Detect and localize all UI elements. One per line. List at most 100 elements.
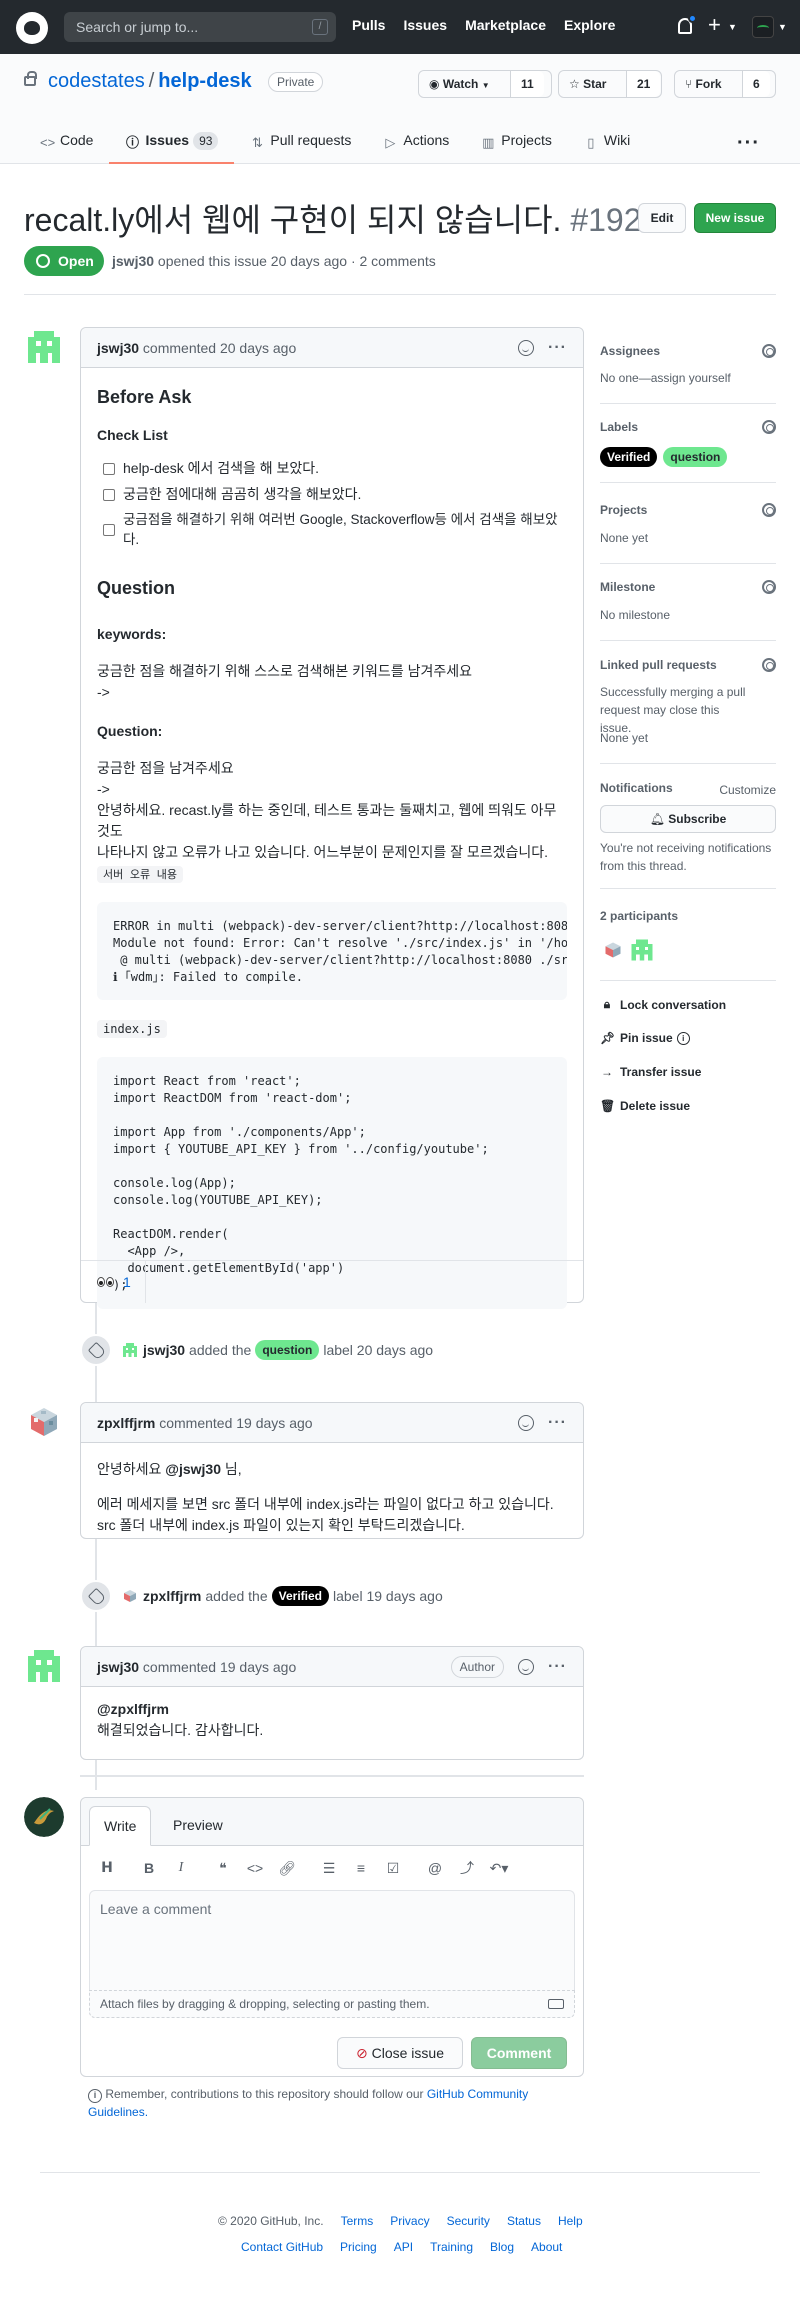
jswj30-mini-avatar[interactable] xyxy=(122,1342,138,1358)
nav-issues[interactable]: Issues xyxy=(403,17,447,33)
add-reaction-smiley-icon[interactable] xyxy=(518,1659,535,1675)
italic-icon[interactable]: I xyxy=(165,1856,197,1880)
task-checkbox[interactable] xyxy=(103,524,115,537)
tab-write[interactable]: Write xyxy=(89,1806,152,1846)
task-checkbox[interactable] xyxy=(103,462,115,475)
create-new-plus-icon[interactable]: + xyxy=(708,12,721,38)
jswj30-avatar[interactable] xyxy=(24,1646,64,1686)
comment-options-kebab-icon[interactable]: ··· xyxy=(548,1415,567,1431)
labels-section[interactable]: Labels xyxy=(600,420,776,440)
event-actor-link[interactable]: zpxlffjrm xyxy=(143,1588,201,1604)
verified-label-badge[interactable]: Verified xyxy=(600,447,658,467)
assignees-gear-icon[interactable] xyxy=(762,344,776,358)
event-actor-link[interactable]: jswj30 xyxy=(143,1342,185,1358)
footer-link-training[interactable]: Training xyxy=(430,2240,473,2254)
footer-link-terms[interactable]: Terms xyxy=(341,2214,374,2228)
jswj30-avatar[interactable] xyxy=(24,327,64,367)
user-menu-chevron-down-icon[interactable]: ▼ xyxy=(778,22,787,32)
linked-prs-section[interactable]: Linked pull requests xyxy=(600,658,776,678)
add-reaction-smiley-icon[interactable] xyxy=(518,340,535,356)
comment-author-link[interactable]: jswj30 xyxy=(97,340,139,356)
comment-author-link[interactable]: jswj30 xyxy=(97,1659,139,1675)
footer-link-contact[interactable]: Contact GitHub xyxy=(241,2240,323,2254)
edit-button[interactable]: Edit xyxy=(638,203,686,233)
repo-owner-link[interactable]: codestates xyxy=(48,70,145,92)
delete-issue-link[interactable]: 🗑︎ Delete issue xyxy=(600,1099,690,1113)
community-guidelines-link[interactable]: GitHub Community xyxy=(427,2087,528,2101)
footer-link-blog[interactable]: Blog xyxy=(490,2240,514,2254)
tab-wiki[interactable]: ▯ Wiki xyxy=(568,126,646,164)
mention-link[interactable]: @zpxlffjrm xyxy=(97,1701,169,1717)
assign-yourself-link[interactable]: No one—assign yourself xyxy=(600,371,731,385)
tab-preview[interactable]: Preview xyxy=(159,1806,237,1846)
tab-pull-requests[interactable]: ⇅ Pull requests xyxy=(234,126,367,164)
footer-link-status[interactable]: Status xyxy=(507,2214,541,2228)
footer-link-privacy[interactable]: Privacy xyxy=(390,2214,429,2228)
zpxlffjrm-mini-avatar[interactable] xyxy=(122,1588,138,1604)
task-checkbox[interactable] xyxy=(103,488,115,501)
bold-icon[interactable]: B xyxy=(133,1856,165,1880)
ordered-list-icon[interactable]: ≡ xyxy=(345,1856,377,1880)
tab-projects[interactable]: ▥ Projects xyxy=(465,126,568,164)
question-label-badge[interactable]: question xyxy=(663,447,728,467)
participant-zpxlffjrm-avatar[interactable] xyxy=(603,940,623,960)
quote-icon[interactable]: ❝ xyxy=(207,1856,239,1880)
watch-button[interactable]: ◉ Watch ▼ xyxy=(419,71,511,97)
comment-timestamp[interactable]: commented 19 days ago xyxy=(143,1659,296,1675)
fork-button[interactable]: ⑂ Fork xyxy=(675,71,743,97)
search-input[interactable]: Search or jump to... / xyxy=(64,12,336,42)
cross-reference-icon[interactable]: ⤴ xyxy=(451,1856,483,1880)
question-label-badge[interactable]: question xyxy=(255,1340,320,1360)
participant-jswj30-avatar[interactable] xyxy=(630,938,654,962)
mention-link[interactable]: @jswj30 xyxy=(165,1461,221,1477)
projects-gear-icon[interactable] xyxy=(762,503,776,517)
customize-notifications-link[interactable]: Customize xyxy=(719,781,776,799)
footer-link-about[interactable]: About xyxy=(531,2240,562,2254)
verified-label-badge[interactable]: Verified xyxy=(271,1586,329,1606)
footer-link-help[interactable]: Help xyxy=(558,2214,583,2228)
task-list-icon[interactable]: ☑ xyxy=(377,1856,409,1880)
lock-conversation-link[interactable]: 🔒︎ Lock conversation xyxy=(600,997,726,1012)
reply-icon[interactable]: ↶▾ xyxy=(483,1856,515,1880)
code-icon[interactable]: <> xyxy=(239,1856,271,1880)
zpxlffjrm-avatar[interactable] xyxy=(24,1402,64,1442)
link-icon[interactable]: 🔗︎ xyxy=(271,1856,303,1880)
file-attach-area[interactable]: Attach files by dragging & dropping, sel… xyxy=(89,1990,575,2018)
projects-section[interactable]: Projects xyxy=(600,503,776,523)
user-avatar[interactable] xyxy=(752,16,774,38)
subscribe-button[interactable]: 🔔︎ Subscribe xyxy=(600,805,776,833)
current-user-avatar[interactable] xyxy=(24,1797,64,1837)
star-button[interactable]: ☆ Star xyxy=(559,71,627,97)
nav-explore[interactable]: Explore xyxy=(564,17,615,33)
star-count[interactable]: 21 xyxy=(627,71,661,97)
heading-icon[interactable]: H xyxy=(91,1856,123,1880)
footer-link-pricing[interactable]: Pricing xyxy=(340,2240,377,2254)
comment-options-kebab-icon[interactable]: ··· xyxy=(548,1659,567,1675)
markdown-icon[interactable] xyxy=(548,1999,564,2009)
unordered-list-icon[interactable]: ☰ xyxy=(313,1856,345,1880)
create-new-chevron-down-icon[interactable]: ▼ xyxy=(728,22,737,32)
comment-timestamp[interactable]: commented 20 days ago xyxy=(143,340,296,356)
linked-prs-gear-icon[interactable] xyxy=(762,658,776,672)
footer-link-security[interactable]: Security xyxy=(447,2214,490,2228)
mention-icon[interactable]: @ xyxy=(419,1856,451,1880)
comment-timestamp[interactable]: commented 19 days ago xyxy=(159,1415,312,1431)
comment-submit-button[interactable]: Comment xyxy=(471,2037,567,2069)
assignees-section[interactable]: Assignees xyxy=(600,344,776,364)
milestone-section[interactable]: Milestone xyxy=(600,580,776,600)
labels-gear-icon[interactable] xyxy=(762,420,776,434)
nav-marketplace[interactable]: Marketplace xyxy=(465,17,546,33)
tab-code[interactable]: <> Code xyxy=(24,126,109,164)
add-reaction-smiley-icon[interactable] xyxy=(518,1415,535,1431)
milestone-gear-icon[interactable] xyxy=(762,580,776,594)
watch-count[interactable]: 11 xyxy=(511,71,544,97)
comment-textarea[interactable] xyxy=(89,1890,575,1990)
github-logo-icon[interactable] xyxy=(16,12,48,44)
comment-author-link[interactable]: zpxlffjrm xyxy=(97,1415,155,1431)
nav-pulls[interactable]: Pulls xyxy=(352,17,385,33)
repo-name-link[interactable]: help-desk xyxy=(158,70,251,92)
close-issue-button[interactable]: ⊘ Close issue xyxy=(337,2037,463,2069)
new-issue-button[interactable]: New issue xyxy=(694,203,776,233)
tab-issues[interactable]: ⓘ Issues 93 xyxy=(109,126,235,164)
pin-issue-link[interactable]: 📌︎ Pin issue i xyxy=(600,1031,690,1045)
